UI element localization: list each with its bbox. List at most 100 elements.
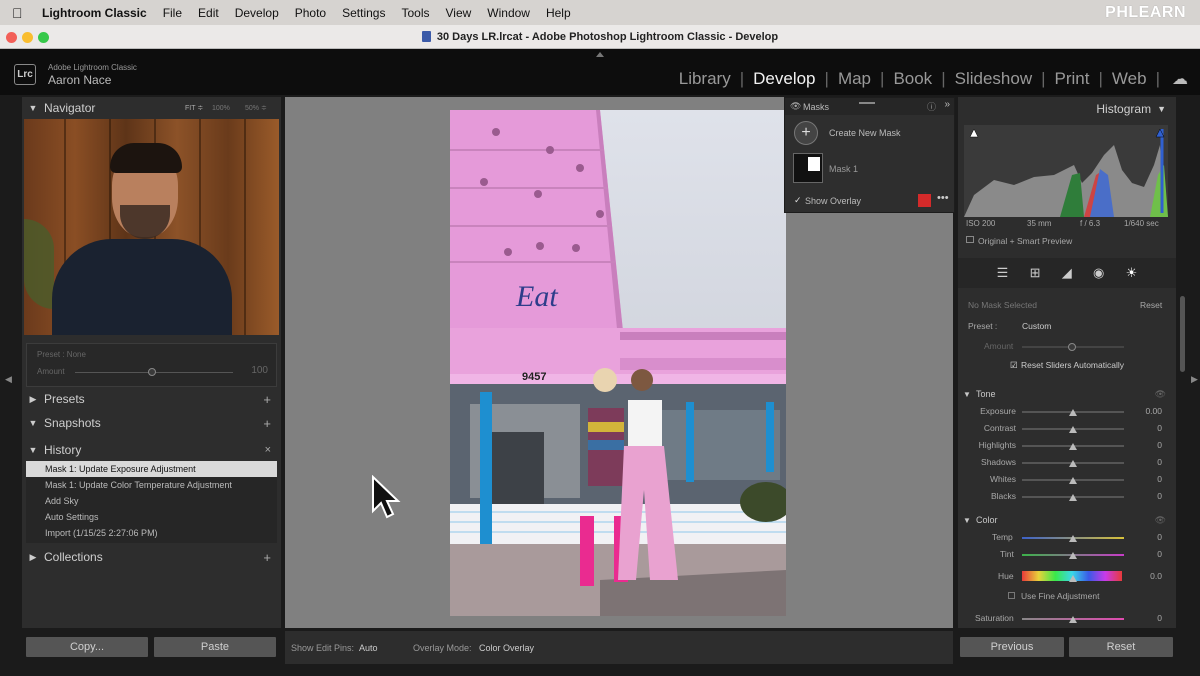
history-item[interactable]: Import (1/15/25 2:27:06 PM): [26, 525, 277, 541]
module-library[interactable]: Library: [670, 69, 740, 89]
tone-header[interactable]: ▼ Tone 👁: [958, 387, 1176, 401]
collections-header[interactable]: ▶ Collections +: [22, 546, 281, 568]
add-preset-icon[interactable]: +: [263, 392, 271, 407]
close-window-button[interactable]: [6, 32, 17, 43]
amount-label: Amount: [37, 367, 65, 376]
create-new-mask-label: Create New Mask: [829, 128, 901, 138]
zoom-50[interactable]: 50% ≑: [245, 104, 267, 112]
menu-settings[interactable]: Settings: [342, 6, 385, 20]
collapse-left-panel-icon[interactable]: ◀: [5, 374, 12, 385]
amount-label: Amount: [984, 341, 1014, 351]
module-map[interactable]: Map: [829, 69, 880, 89]
exposure-value[interactable]: 0.00: [1145, 406, 1162, 416]
collapse-masks-icon[interactable]: »: [944, 99, 950, 110]
history-item[interactable]: Mask 1: Update Exposure Adjustment: [26, 461, 277, 477]
color-header[interactable]: ▼ Color 👁: [958, 513, 1176, 527]
masking-icon[interactable]: ☀: [1126, 265, 1138, 281]
main-photo[interactable]: Eat 9457: [450, 110, 786, 616]
histogram-graph[interactable]: ISO 200 35 mm f / 6.3 1/640 sec: [964, 125, 1168, 228]
history-item[interactable]: Auto Settings: [26, 509, 277, 525]
tint-slider[interactable]: [1069, 552, 1077, 559]
shadows-slider[interactable]: [1069, 460, 1077, 467]
amount-slider[interactable]: [1068, 343, 1076, 351]
hue-slider[interactable]: [1069, 575, 1077, 582]
whites-slider[interactable]: [1069, 477, 1077, 484]
eye-icon[interactable]: 👁: [1155, 389, 1166, 400]
reset-link[interactable]: Reset: [1140, 300, 1162, 310]
collapse-right-panel-icon[interactable]: ▶: [1191, 374, 1198, 385]
temp-value[interactable]: 0: [1157, 532, 1162, 542]
contrast-slider[interactable]: [1069, 426, 1077, 433]
module-develop[interactable]: Develop: [744, 69, 824, 89]
menu-app[interactable]: Lightroom Classic: [42, 6, 147, 20]
snapshots-header[interactable]: ▼ Snapshots +: [22, 412, 281, 434]
history-item[interactable]: Add Sky: [26, 493, 277, 509]
menu-develop[interactable]: Develop: [235, 6, 279, 20]
blacks-value[interactable]: 0: [1157, 491, 1162, 501]
contrast-value[interactable]: 0: [1157, 423, 1162, 433]
highlights-slider[interactable]: [1069, 443, 1077, 450]
histogram-header[interactable]: Histogram ▼: [958, 98, 1176, 120]
shadows-value[interactable]: 0: [1157, 457, 1162, 467]
mask-1-row[interactable]: Mask 1: [785, 153, 954, 183]
preset-select[interactable]: Custom: [1022, 321, 1051, 331]
menu-tools[interactable]: Tools: [401, 6, 429, 20]
create-new-mask-row[interactable]: + Create New Mask: [785, 121, 954, 145]
zoom-100[interactable]: 100%: [212, 105, 230, 112]
crop-icon[interactable]: ⊞: [1030, 265, 1041, 281]
history-item[interactable]: Mask 1: Update Color Temperature Adjustm…: [26, 477, 277, 493]
add-collection-icon[interactable]: +: [263, 550, 271, 565]
module-book[interactable]: Book: [884, 69, 941, 89]
fullscreen-window-button[interactable]: [38, 32, 49, 43]
edit-pins-select[interactable]: Auto: [359, 643, 378, 653]
edit-sliders-icon[interactable]: ☰: [997, 265, 1009, 281]
add-mask-icon[interactable]: +: [794, 121, 818, 145]
history-header[interactable]: ▼ History ×: [22, 439, 281, 461]
red-eye-icon[interactable]: ◉: [1093, 265, 1104, 281]
more-options-icon[interactable]: •••: [937, 192, 949, 204]
apple-menu-icon[interactable]: : [12, 5, 28, 21]
help-icon[interactable]: ⓘ: [927, 100, 936, 113]
menu-view[interactable]: View: [445, 6, 471, 20]
highlights-value[interactable]: 0: [1157, 440, 1162, 450]
reset-sliders-checkbox[interactable]: ☑: [1010, 360, 1018, 371]
fine-adjustment-checkbox[interactable]: [1008, 592, 1015, 599]
saturation-slider[interactable]: [1069, 616, 1077, 623]
blacks-slider[interactable]: [1069, 494, 1077, 501]
menu-window[interactable]: Window: [487, 6, 530, 20]
minimize-window-button[interactable]: [22, 32, 33, 43]
right-panel-scrollbar[interactable]: [1180, 296, 1185, 372]
temp-slider[interactable]: [1069, 535, 1077, 542]
show-overlay-checkbox[interactable]: ✓: [794, 195, 802, 206]
module-web[interactable]: Web: [1103, 69, 1156, 89]
eye-icon[interactable]: 👁: [790, 101, 801, 112]
overlay-mode-select[interactable]: Color Overlay: [479, 643, 534, 653]
healing-eraser-icon[interactable]: ◢: [1062, 265, 1072, 281]
zoom-fit[interactable]: FIT ≑: [185, 104, 203, 112]
smart-preview-icon: [966, 236, 974, 243]
copy-settings-button[interactable]: Copy...: [26, 637, 148, 657]
preset-amount-slider[interactable]: [148, 368, 156, 376]
navigator-header[interactable]: ▼ Navigator FIT ≑ 100% 50% ≑: [22, 97, 281, 119]
collapse-top-panel-icon[interactable]: [596, 52, 604, 57]
module-print[interactable]: Print: [1046, 69, 1099, 89]
reset-button[interactable]: Reset: [1069, 637, 1173, 657]
module-slideshow[interactable]: Slideshow: [946, 69, 1042, 89]
whites-value[interactable]: 0: [1157, 474, 1162, 484]
menu-file[interactable]: File: [163, 6, 182, 20]
previous-button[interactable]: Previous: [960, 637, 1064, 657]
presets-header[interactable]: ▶ Presets +: [22, 388, 281, 410]
eye-icon[interactable]: 👁: [1155, 515, 1166, 526]
cloud-sync-icon[interactable]: ☁: [1172, 69, 1188, 89]
overlay-color-swatch[interactable]: [918, 194, 931, 207]
menu-help[interactable]: Help: [546, 6, 571, 20]
navigator-preview[interactable]: [24, 119, 279, 335]
drag-handle-icon[interactable]: [859, 102, 875, 104]
add-snapshot-icon[interactable]: +: [263, 416, 271, 431]
menu-photo[interactable]: Photo: [295, 6, 326, 20]
menu-edit[interactable]: Edit: [198, 6, 219, 20]
exposure-slider[interactable]: [1069, 409, 1077, 416]
clear-history-icon[interactable]: ×: [265, 444, 271, 456]
amount-value: 100: [251, 365, 268, 376]
paste-settings-button[interactable]: Paste: [154, 637, 276, 657]
